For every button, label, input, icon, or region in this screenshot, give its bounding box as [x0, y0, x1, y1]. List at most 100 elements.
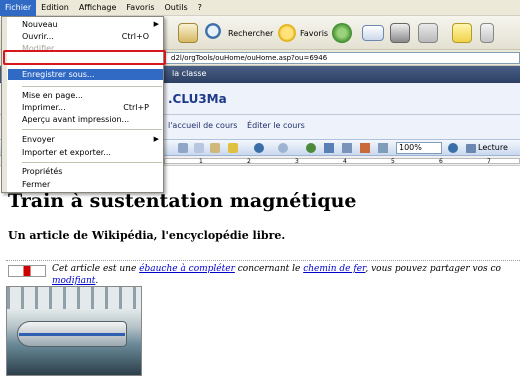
notice-text-part: .: [95, 276, 99, 286]
menu-item-label: Ouvrir...: [22, 32, 54, 41]
article-title: Train à sustentation magnétique: [8, 190, 357, 212]
help-icon[interactable]: [448, 143, 458, 153]
home-button[interactable]: [178, 21, 201, 45]
print-button[interactable]: [390, 21, 413, 45]
article-subtitle: Un article de Wikipédia, l'encyclopédie …: [8, 229, 285, 242]
zoom-select[interactable]: 100%: [396, 142, 442, 154]
home-icon: [178, 23, 198, 43]
menu-item-proprietes[interactable]: Propriétés: [8, 166, 163, 177]
search-label: Rechercher: [228, 28, 274, 38]
course-home-link[interactable]: l'accueil de cours: [168, 121, 237, 130]
stub-notice: Cet article est une ébauche à compléter …: [6, 260, 520, 287]
notes-icon: [452, 23, 472, 43]
menu-item-mise-en-page[interactable]: Mise en page...: [8, 90, 163, 101]
table-icon[interactable]: [324, 143, 334, 153]
menu-item-label: Nouveau: [22, 20, 58, 29]
search-button[interactable]: Rechercher: [205, 21, 273, 45]
menu-item-label: Imprimer...: [22, 103, 66, 112]
notice-text-part: Cet article est une: [52, 264, 140, 274]
star-icon: [277, 23, 297, 43]
menu-item-apercu[interactable]: Aperçu avant impression...: [8, 114, 163, 125]
shortcut-label: Ctrl+O: [121, 32, 149, 41]
stub-notice-text: Cet article est une ébauche à compléter …: [52, 263, 520, 287]
ruler-number: 5: [391, 158, 395, 165]
stub-link[interactable]: ébauche à compléter: [139, 264, 235, 274]
search-icon: [205, 23, 225, 43]
menu-strip: [2, 17, 7, 192]
menu-item-enregistrer-sous[interactable]: Enregistrer sous...: [8, 69, 163, 80]
menu-item-imprimer[interactable]: Imprimer... Ctrl+P: [8, 102, 163, 113]
menu-item-ouvrir[interactable]: Ouvrir... Ctrl+O: [8, 31, 163, 42]
ruler-strip: 1 2 3 4 5 6 7: [164, 158, 520, 165]
mail-icon: [362, 25, 384, 41]
hyperlink-icon[interactable]: [306, 143, 316, 153]
menu-separator: [22, 129, 162, 130]
notice-text-part: , vous pouvez partager vos co: [365, 264, 501, 274]
format-painter-icon[interactable]: [228, 143, 238, 153]
highlight-callout: [3, 50, 166, 65]
undo-icon[interactable]: [254, 143, 264, 153]
modify-link[interactable]: modifiant: [52, 276, 95, 286]
ruler-number: 4: [343, 158, 347, 165]
print-icon: [390, 23, 410, 43]
maglev-train-photo: [6, 286, 142, 376]
shortcut-label: Ctrl+P: [123, 103, 149, 112]
history-button[interactable]: [332, 21, 355, 45]
menu-fichier[interactable]: Fichier: [0, 0, 37, 16]
address-input[interactable]: d2l/orgTools/ouHome/ouHome.asp?ou=6946: [165, 52, 520, 64]
menu-item-label: Fermer: [22, 180, 51, 189]
menu-item-nouveau[interactable]: Nouveau ▶: [8, 19, 163, 30]
menu-item-label: Mise en page...: [22, 91, 83, 100]
wikipedia-link[interactable]: Wikipédia: [92, 229, 154, 242]
notes-button[interactable]: [452, 21, 475, 45]
menu-item-envoyer[interactable]: Envoyer ▶: [8, 134, 163, 145]
train-stripe: [19, 333, 125, 336]
railway-stub-icon: [8, 265, 46, 277]
station-roof: [7, 287, 141, 309]
ruler-number: 6: [439, 158, 443, 165]
menu-outils[interactable]: Outils: [160, 0, 193, 16]
course-title: .CLU3Ma: [168, 92, 227, 106]
menu-item-label: Importer et exporter...: [22, 148, 111, 157]
ruler-number: 1: [199, 158, 203, 165]
messenger-button[interactable]: [480, 21, 497, 45]
edit-course-link[interactable]: Éditer le cours: [247, 121, 305, 130]
book-icon: [466, 143, 476, 153]
ruler-number: 7: [487, 158, 491, 165]
subtitle-suffix: , l'encyclopédie libre.: [153, 229, 286, 242]
menu-favoris[interactable]: Favoris: [121, 0, 159, 16]
favorites-label: Favoris: [300, 28, 329, 38]
menu-edition[interactable]: Edition: [36, 0, 74, 16]
fichier-menu: Nouveau ▶ Ouvrir... Ctrl+O Modifier Enre…: [1, 16, 164, 193]
menu-help[interactable]: ?: [193, 0, 207, 16]
railway-link[interactable]: chemin de fer: [303, 264, 365, 274]
edit-icon: [418, 23, 438, 43]
copy-icon[interactable]: [194, 143, 204, 153]
menu-separator: [22, 162, 162, 163]
menu-item-fermer[interactable]: Fermer: [8, 179, 163, 190]
menu-affichage[interactable]: Affichage: [74, 0, 122, 16]
reading-mode-button[interactable]: Lecture: [466, 142, 508, 154]
columns-icon[interactable]: [342, 143, 352, 153]
menu-bar: Fichier Edition Affichage Favoris Outils…: [0, 0, 520, 16]
submenu-arrow-icon: ▶: [153, 20, 159, 28]
course-links: l'accueil de cours Éditer le cours: [168, 121, 312, 130]
menu-item-label: Envoyer: [22, 135, 55, 144]
banner-text: la classe: [172, 69, 207, 78]
messenger-icon: [480, 23, 494, 43]
menu-item-importer-exporter[interactable]: Importer et exporter...: [8, 147, 163, 158]
notice-text-part: concernant le: [234, 264, 304, 274]
reading-mode-label: Lecture: [478, 143, 508, 152]
cut-icon[interactable]: [178, 143, 188, 153]
drawing-icon[interactable]: [360, 143, 370, 153]
mail-button[interactable]: [362, 21, 387, 45]
document-area: Train à sustentation magnétique Un artic…: [0, 166, 520, 376]
menu-item-label: Propriétés: [22, 167, 63, 176]
ruler-number: 3: [295, 158, 299, 165]
edit-page-button[interactable]: [418, 21, 441, 45]
paste-icon[interactable]: [210, 143, 220, 153]
doc-map-icon[interactable]: [378, 143, 388, 153]
favorites-button[interactable]: Favoris: [277, 21, 328, 45]
redo-icon[interactable]: [278, 143, 288, 153]
history-icon: [332, 23, 352, 43]
